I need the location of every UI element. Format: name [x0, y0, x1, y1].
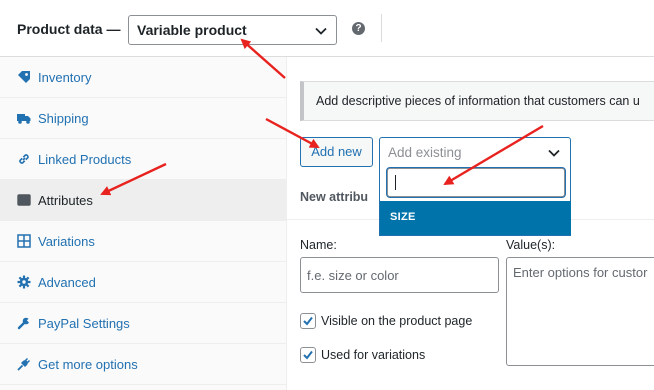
tab-paypal-settings[interactable]: PayPal Settings [0, 303, 287, 344]
tab-get-more-options-label: Get more options [38, 357, 138, 372]
checkmark-icon [303, 316, 313, 326]
add-existing-attribute-select[interactable]: Add existing [379, 137, 571, 167]
product-data-header: Product data — Variable product ? [0, 0, 654, 57]
grid-icon [17, 234, 31, 248]
tab-get-more-options[interactable]: Get more options [0, 344, 287, 385]
tab-advanced[interactable]: Advanced [0, 262, 287, 303]
name-label: Name: [300, 238, 337, 252]
attribute-name-input[interactable]: f.e. size or color [300, 257, 499, 293]
tab-inventory-label: Inventory [38, 70, 92, 85]
tab-shipping[interactable]: Shipping [0, 98, 287, 139]
product-type-value: Variable product [137, 22, 247, 38]
add-existing-placeholder: Add existing [388, 145, 462, 160]
attributes-panel: Add descriptive pieces of information th… [287, 57, 654, 390]
header-divider [381, 14, 382, 42]
link-icon [17, 152, 31, 166]
gear-icon [17, 275, 31, 289]
tab-advanced-label: Advanced [38, 275, 96, 290]
attributes-notice-text: Add descriptive pieces of information th… [316, 94, 640, 108]
checkmark-icon [303, 350, 313, 360]
new-attribute-title: New attribu [300, 190, 369, 204]
attributes-notice: Add descriptive pieces of information th… [300, 81, 654, 121]
tab-variations[interactable]: Variations [0, 221, 287, 262]
tab-shipping-label: Shipping [38, 111, 89, 126]
used-for-variations-label: Used for variations [321, 348, 426, 362]
dropdown-option-label: SIZE [390, 211, 416, 223]
product-data-title: Product data — [17, 21, 121, 37]
tab-attributes[interactable]: Attributes [0, 180, 287, 221]
used-for-variations-checkbox[interactable] [300, 347, 316, 363]
tab-attributes-label: Attributes [38, 193, 93, 208]
add-existing-dropdown: SIZE [379, 166, 571, 236]
tab-inventory[interactable]: Inventory [0, 57, 287, 98]
tab-paypal-settings-label: PayPal Settings [38, 316, 130, 331]
plug-icon [17, 357, 31, 371]
product-data-tabs: Inventory Shipping Linked Products Attri… [0, 57, 287, 390]
dropdown-search-input[interactable] [387, 168, 565, 197]
text-cursor [395, 175, 396, 190]
product-type-select[interactable]: Variable product [128, 15, 337, 45]
tab-variations-label: Variations [38, 234, 95, 249]
dropdown-option-size[interactable]: SIZE [380, 201, 571, 235]
chevron-down-icon [547, 146, 561, 160]
wrench-icon [17, 316, 32, 330]
tab-linked-products-label: Linked Products [38, 152, 132, 167]
visible-on-product-page-checkbox[interactable] [300, 313, 316, 329]
attribute-name-placeholder: f.e. size or color [307, 268, 399, 283]
tab-linked-products[interactable]: Linked Products [0, 139, 287, 180]
values-label: Value(s): [506, 238, 556, 252]
chevron-down-icon [314, 24, 328, 38]
attribute-values-placeholder: Enter options for custor [513, 265, 648, 280]
truck-icon [17, 111, 31, 125]
list-icon [17, 193, 31, 207]
attribute-values-textarea[interactable]: Enter options for custor [506, 257, 654, 366]
add-new-attribute-button[interactable]: Add new [300, 137, 373, 167]
tag-icon [17, 70, 31, 84]
visible-on-product-page-label: Visible on the product page [321, 314, 473, 328]
help-icon[interactable]: ? [352, 22, 365, 35]
